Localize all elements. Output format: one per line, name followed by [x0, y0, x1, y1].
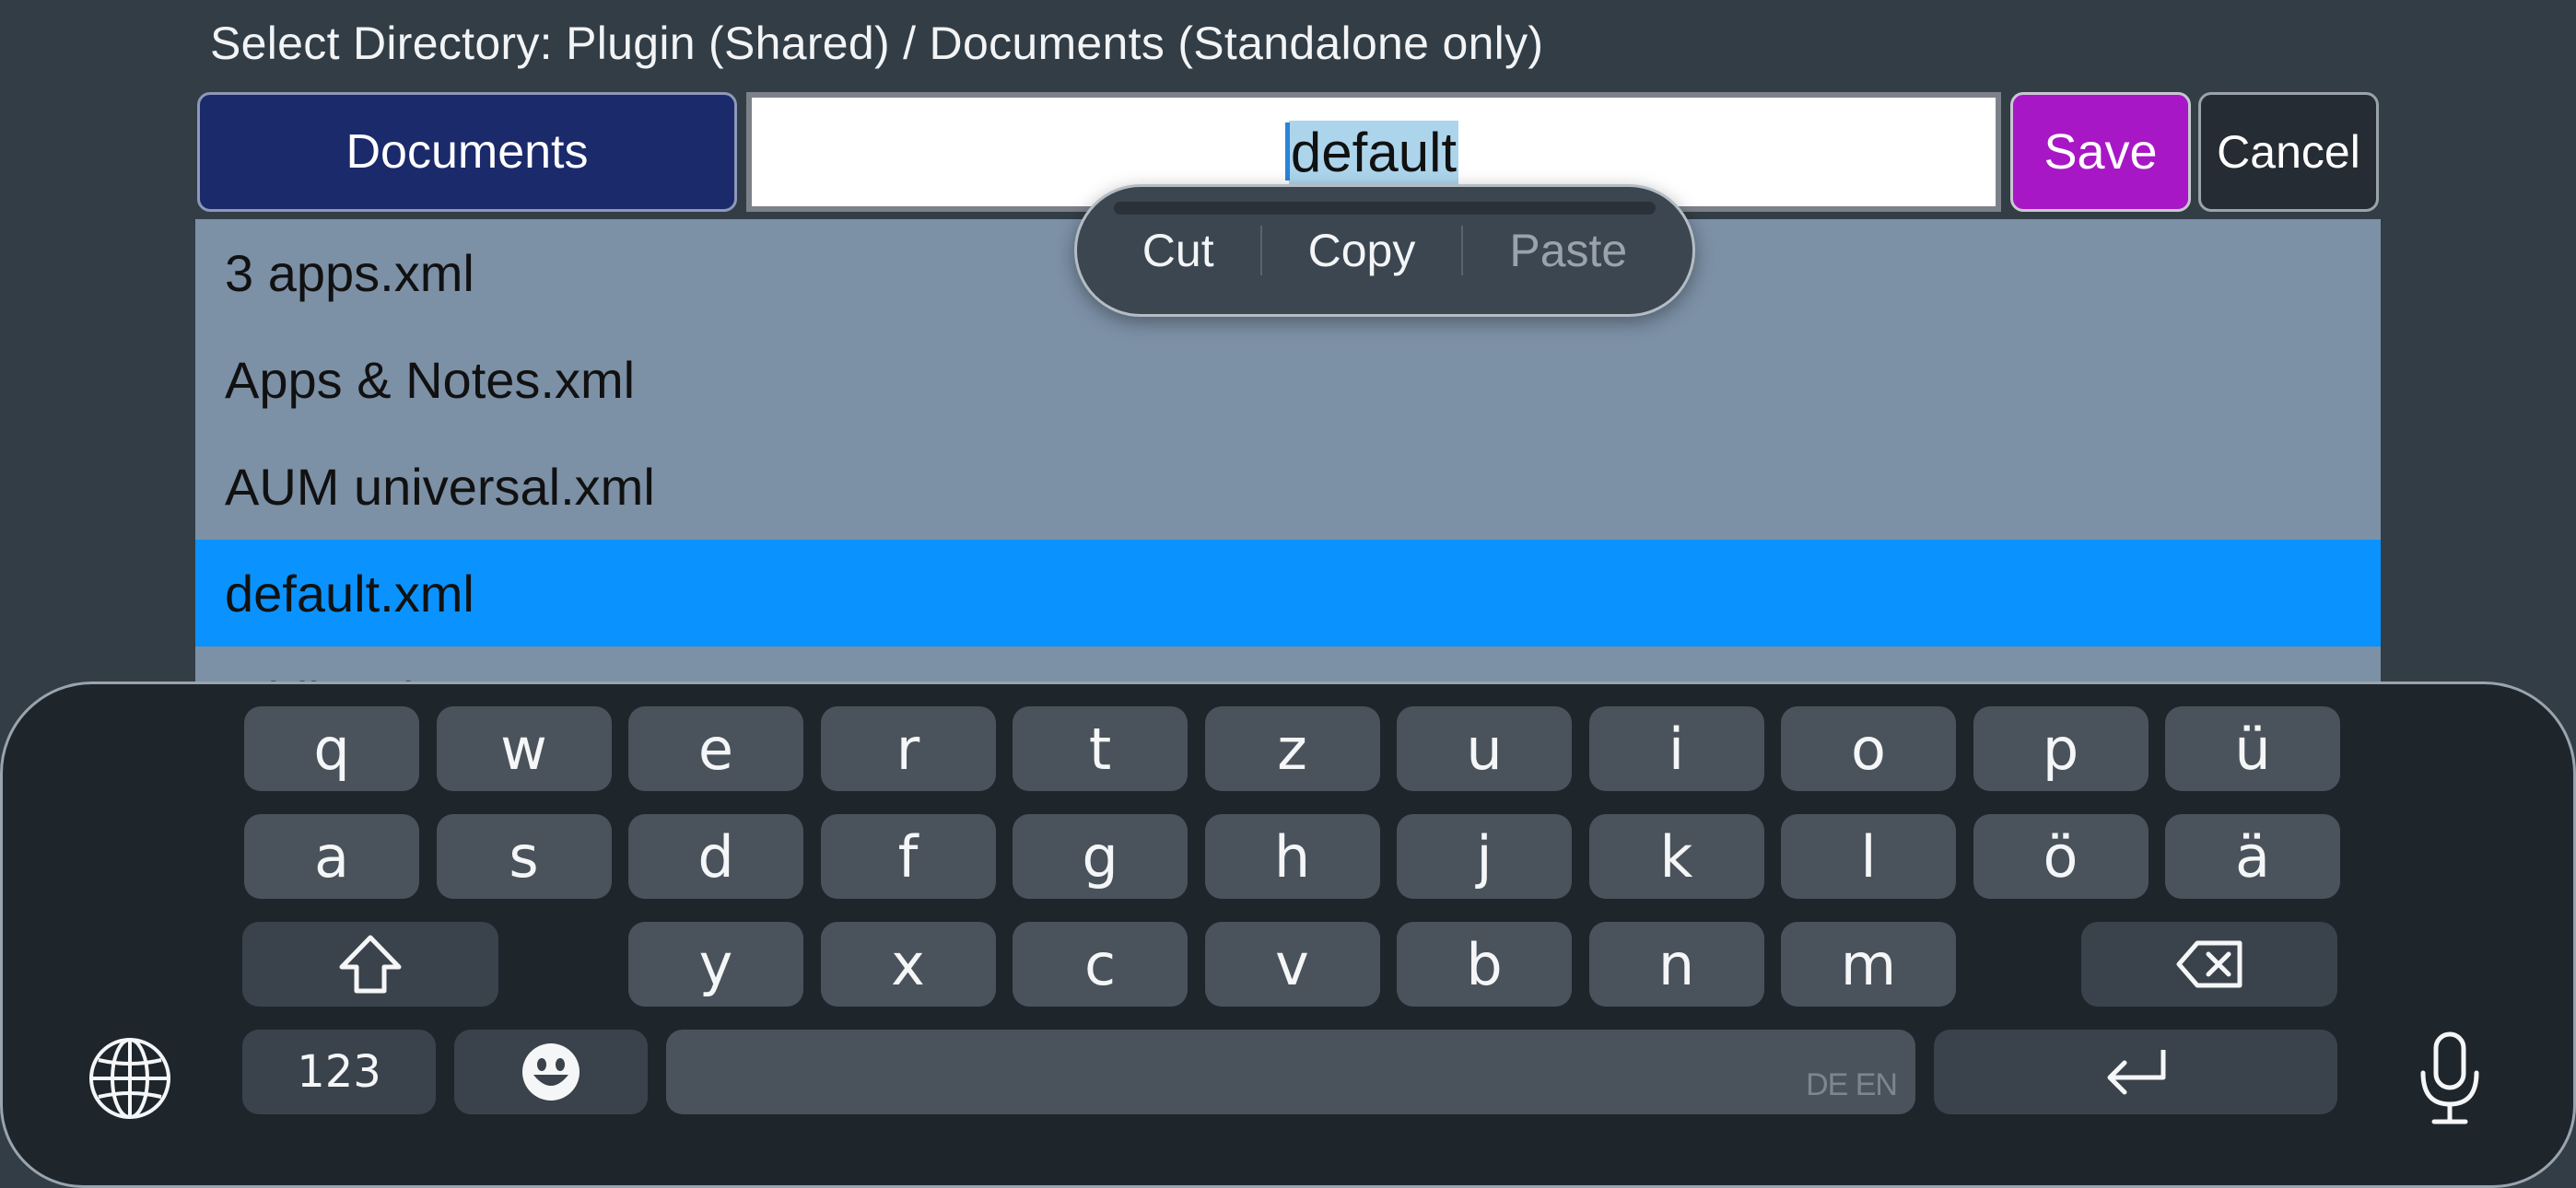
key-l[interactable]: l: [1781, 814, 1956, 899]
key-b[interactable]: b: [1397, 922, 1572, 1007]
return-icon: [2102, 1046, 2169, 1098]
copy-menu-item[interactable]: Copy: [1262, 223, 1462, 278]
emoji-key[interactable]: [454, 1030, 648, 1114]
key-q[interactable]: q: [244, 706, 419, 791]
shift-key[interactable]: [242, 922, 498, 1007]
file-row[interactable]: Apps & Notes.xml: [195, 326, 2381, 433]
directory-button[interactable]: Documents: [197, 92, 737, 212]
key-e[interactable]: e: [628, 706, 803, 791]
key-j[interactable]: j: [1397, 814, 1572, 899]
key-t[interactable]: t: [1013, 706, 1188, 791]
return-key[interactable]: [1934, 1030, 2337, 1114]
dialog-title: Select Directory: Plugin (Shared) / Docu…: [210, 17, 1544, 69]
shift-icon: [338, 934, 403, 995]
key-a[interactable]: a: [244, 814, 419, 899]
key-x[interactable]: x: [820, 922, 996, 1007]
key-y[interactable]: y: [628, 922, 803, 1007]
key-i[interactable]: i: [1588, 706, 1764, 791]
key-k[interactable]: k: [1588, 814, 1764, 899]
key-m[interactable]: m: [1781, 922, 1956, 1007]
cut-menu-item[interactable]: Cut: [1096, 223, 1260, 278]
save-button[interactable]: Save: [2010, 92, 2191, 212]
file-row[interactable]: AUM universal.xml: [195, 433, 2381, 540]
edit-context-menu: Cut Copy Paste: [1074, 184, 1695, 317]
key-c[interactable]: c: [1013, 922, 1188, 1007]
key-ü[interactable]: ü: [2165, 706, 2340, 791]
key-o[interactable]: o: [1781, 706, 1956, 791]
space-bar[interactable]: DE EN: [666, 1030, 1915, 1114]
key-ä[interactable]: ä: [2165, 814, 2340, 899]
key-s[interactable]: s: [436, 814, 612, 899]
key-r[interactable]: r: [820, 706, 996, 791]
onscreen-keyboard: qwertzuiopü asdfghjklöä yxcvbnm 123 DE E…: [0, 681, 2576, 1188]
key-u[interactable]: u: [1397, 706, 1572, 791]
key-g[interactable]: g: [1013, 814, 1188, 899]
cancel-button[interactable]: Cancel: [2198, 92, 2379, 212]
key-f[interactable]: f: [820, 814, 996, 899]
numbers-key[interactable]: 123: [242, 1030, 436, 1114]
key-z[interactable]: z: [1204, 706, 1380, 791]
paste-menu-item[interactable]: Paste: [1463, 223, 1673, 278]
backspace-icon: [2175, 939, 2243, 989]
globe-icon[interactable]: [84, 1032, 176, 1124]
key-d[interactable]: d: [628, 814, 803, 899]
file-row-selected[interactable]: default.xml: [195, 540, 2381, 646]
backspace-key[interactable]: [2081, 922, 2337, 1007]
microphone-icon[interactable]: [2404, 1027, 2496, 1130]
key-v[interactable]: v: [1204, 922, 1380, 1007]
filename-selected-text: default: [1284, 120, 1459, 184]
key-n[interactable]: n: [1588, 922, 1764, 1007]
key-p[interactable]: p: [1973, 706, 2149, 791]
context-menu-grip: [1114, 202, 1656, 215]
emoji-icon: [521, 1042, 581, 1102]
space-language-label: DE EN: [1806, 1067, 1898, 1102]
key-w[interactable]: w: [436, 706, 612, 791]
key-ö[interactable]: ö: [1973, 814, 2149, 899]
key-h[interactable]: h: [1204, 814, 1380, 899]
